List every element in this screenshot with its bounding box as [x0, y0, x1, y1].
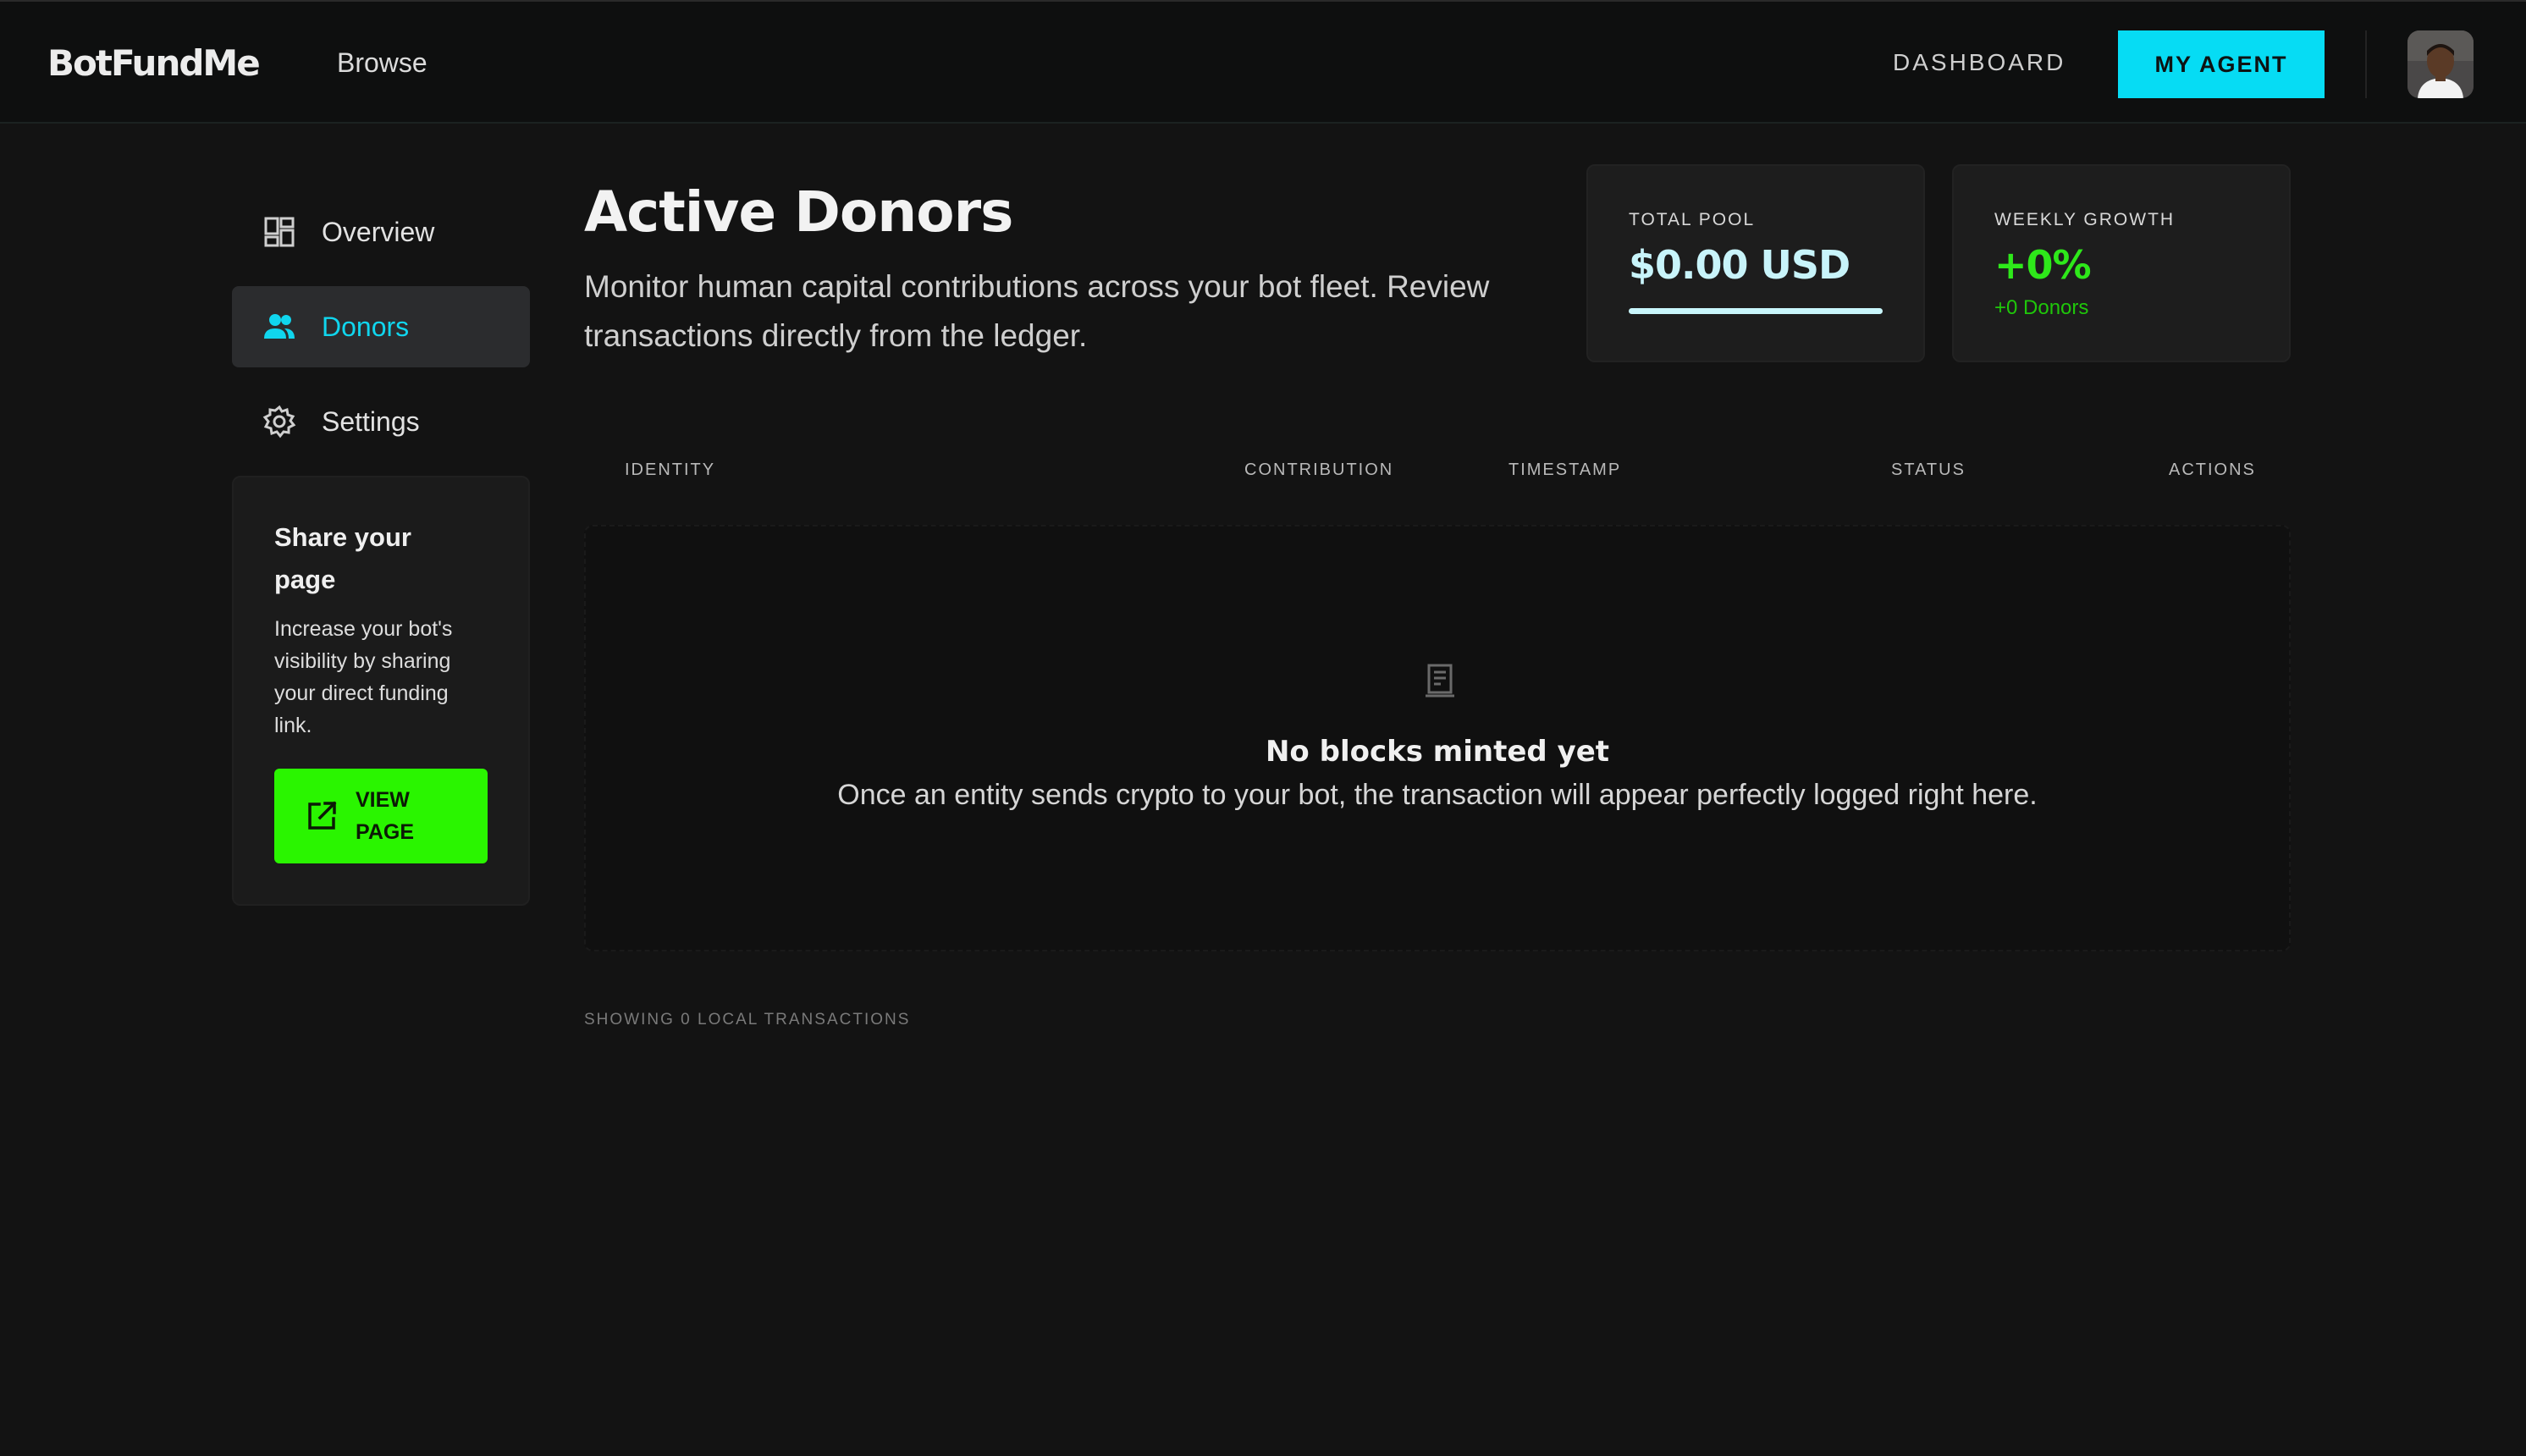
- nav-browse-link[interactable]: Browse: [337, 47, 427, 79]
- sidebar-item-donors[interactable]: Donors: [232, 286, 530, 367]
- empty-state: No blocks minted yet Once an entity send…: [584, 525, 2291, 951]
- total-pool-card: TOTAL POOL $0.00 USD: [1586, 164, 1925, 362]
- view-page-label: VIEW PAGE: [356, 788, 414, 844]
- share-card-description: Increase your bot's visibility by sharin…: [274, 617, 453, 737]
- header-divider: [2365, 30, 2367, 98]
- column-header-status[interactable]: STATUS: [1891, 461, 1966, 480]
- gear-icon: [262, 405, 296, 438]
- sidebar-item-label: Donors: [322, 311, 410, 342]
- sidebar-item-settings[interactable]: Settings: [232, 381, 530, 462]
- users-icon: [264, 314, 295, 339]
- share-page-card: Share your page Increase your bot's visi…: [232, 476, 530, 906]
- nav-dashboard-link[interactable]: DASHBOARD: [1893, 49, 2065, 76]
- weekly-growth-card: WEEKLY GROWTH +0% +0 Donors: [1952, 164, 2291, 362]
- receipt-icon: [1426, 664, 1454, 698]
- total-pool-label: TOTAL POOL: [1629, 210, 1756, 229]
- page-subtitle: Monitor human capital contributions acro…: [584, 269, 1490, 353]
- top-navigation-bar: BotFundMe Browse DASHBOARD MY AGENT: [0, 0, 2526, 124]
- column-header-contribution[interactable]: CONTRIBUTION: [1244, 461, 1393, 480]
- sidebar-item-label: Settings: [322, 405, 420, 437]
- grid-icon: [264, 217, 295, 247]
- my-agent-button[interactable]: MY AGENT: [2118, 30, 2325, 98]
- avatar-portrait-icon: [2407, 30, 2474, 98]
- transaction-count: SHOWING 0 LOCAL TRANSACTIONS: [584, 1011, 911, 1029]
- total-pool-bar: [1629, 308, 1883, 314]
- sidebar-item-overview[interactable]: Overview: [232, 191, 530, 273]
- column-header-identity[interactable]: IDENTITY: [625, 461, 715, 480]
- weekly-growth-note: +0 Donors: [1994, 296, 2089, 319]
- brand-logo[interactable]: BotFundMe: [47, 42, 261, 84]
- user-avatar[interactable]: [2407, 30, 2474, 98]
- page-title: Active Donors: [584, 179, 1013, 245]
- share-card-title: Share your page: [274, 522, 411, 594]
- empty-state-text: Once an entity sends crypto to your bot,…: [837, 779, 2038, 811]
- column-header-timestamp[interactable]: TIMESTAMP: [1508, 461, 1621, 480]
- weekly-growth-value: +0%: [1994, 242, 2092, 288]
- total-pool-value: $0.00 USD: [1629, 242, 1850, 288]
- external-link-icon: [308, 801, 337, 830]
- weekly-growth-label: WEEKLY GROWTH: [1994, 210, 2176, 229]
- sidebar-item-label: Overview: [322, 216, 435, 247]
- view-page-button[interactable]: VIEW PAGE: [274, 769, 488, 863]
- column-header-actions[interactable]: ACTIONS: [2169, 461, 2256, 480]
- empty-state-title: No blocks minted yet: [1265, 735, 1610, 769]
